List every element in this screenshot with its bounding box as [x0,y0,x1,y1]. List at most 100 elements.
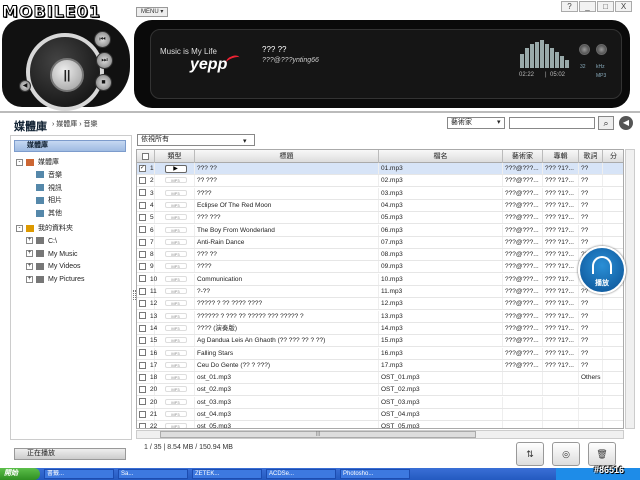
sidebar-item[interactable]: 相片 [26,196,62,206]
row-checkbox[interactable] [139,312,146,320]
row-checkbox[interactable] [139,386,146,394]
help-button[interactable]: ? [561,1,578,12]
row-checkbox[interactable] [139,373,146,381]
sidebar-item[interactable]: + My Pictures [26,275,85,285]
search-icon[interactable]: ⌕ [598,116,614,130]
row-checkbox[interactable]: ✓ [139,164,146,172]
row-checkbox[interactable] [139,177,146,185]
table-row[interactable]: 18 MP3 ost_01.mp3 OST_01.mp3 Others [137,372,623,385]
table-row[interactable]: 16 MP3 Falling Stars 16.mp3 ???@???...??? ?1… [137,347,623,360]
table-row[interactable]: 9MP3????09.mp3???@???...??? ?1?...?? [137,261,623,274]
view-select[interactable]: 依視所有 [137,134,255,146]
taskbar-task[interactable]: 書籤... [44,469,114,479]
row-checkbox[interactable] [139,398,146,406]
expand-icon[interactable]: + [26,263,33,271]
sidebar-item[interactable]: + C:\ [26,237,57,247]
row-checkbox[interactable] [139,423,146,428]
table-row[interactable]: 4 MP3 Eclipse Of The Red Moon 04.mp3 ???@???… [137,199,623,212]
table-row[interactable]: 17 MP3 Ceu Do Gente (?? ? ???) 17.mp3 ???@??… [137,359,623,372]
menu-button[interactable]: MENU ▾ [136,7,169,17]
sidebar-item[interactable]: - 媒體庫 [16,158,59,168]
row-checkbox[interactable] [139,324,146,332]
table-row[interactable]: 7 MP3 Anti-Rain Dance 07.mp3 ???@???...??? ?… [137,236,623,249]
sidebar-item[interactable]: + My Music [26,250,78,260]
table-row[interactable]: 2 MP3 ?? ??? 02.mp3 ???@???...??? ?1?...?? [137,175,623,188]
collapse-icon[interactable]: - [16,224,23,232]
now-playing-button[interactable]: 正在播放 [14,448,126,460]
start-button[interactable]: 開始 [0,468,40,480]
column-header[interactable] [137,150,155,163]
search-input[interactable] [509,117,595,129]
row-checkbox[interactable] [139,361,146,369]
burn-button[interactable]: ◎ [552,442,580,466]
table-row[interactable]: 13 MP3?????? ? ??? ?? ????? ??? ????? ? 13… [137,310,623,323]
expand-icon[interactable]: + [26,250,33,258]
play-badge-button[interactable]: 播放 [578,246,626,294]
row-checkbox[interactable] [139,189,146,197]
stop-icon[interactable]: ■ [95,74,112,91]
transfer-button[interactable]: ⇅ [516,442,544,466]
info-icon[interactable]: ◀ [619,116,633,130]
table-row[interactable]: ✓ 1 ▶ ??? ?? 01.mp3 ???@???...??? ?1?...?? [137,163,623,175]
column-header[interactable]: 歌詞 [579,150,603,163]
table-row[interactable]: 14 MP3???? (演奏版) 14.mp3 ???@???...??? ?1?..… [137,322,623,335]
sidebar-item[interactable]: - 我的資料夾 [16,224,73,234]
vertical-scrollbar[interactable] [625,149,635,429]
delete-button[interactable]: 🗑 [588,442,616,466]
row-checkbox[interactable] [139,213,146,221]
table-row[interactable]: 12 MP3????? ? ?? ???? ???? 12.mp3 ???@???..… [137,298,623,311]
expand-icon[interactable]: + [26,237,33,245]
table-row[interactable]: 8MP3??? ??08.mp3???@???...??? ?1?...?? [137,249,623,262]
column-header[interactable]: 專輯 [543,150,579,163]
table-row[interactable]: 22 MP3 ost_05.mp3 OST_05.mp3 [137,421,623,428]
row-checkbox[interactable] [139,263,146,271]
table-row[interactable]: 15 MP3 Ag Dandua Leis An Ghaoth (?? ??? ??… [137,335,623,348]
type-cell: MP3 [155,298,195,310]
row-checkbox[interactable] [139,275,146,283]
row-checkbox[interactable] [139,300,146,308]
row-checkbox[interactable] [139,201,146,209]
table-row[interactable]: 5 MP3 ??? ??? 05.mp3 ???@???...??? ?1?...?? [137,212,623,225]
expand-icon[interactable]: + [26,275,33,283]
previous-icon[interactable]: ⏮ [94,31,111,48]
volume-icon[interactable]: ◀ [19,80,31,92]
taskbar-task[interactable]: Photosho... [340,469,410,479]
collapse-icon[interactable]: - [16,158,23,166]
table-row[interactable]: 20 MP3 ost_02.mp3 OST_02.mp3 [137,384,623,397]
sidebar-item[interactable]: 視訊 [26,184,62,194]
select-all-checkbox[interactable] [142,152,149,160]
row-checkbox[interactable] [139,287,146,295]
sidebar-header[interactable]: 媒體庫 [14,140,126,152]
close-button[interactable]: X [615,1,632,12]
next-icon[interactable]: ⏭ [96,52,113,69]
column-header[interactable]: 檔名 [379,150,503,163]
column-header[interactable]: 分 [603,150,623,163]
maximize-button[interactable]: □ [597,1,614,12]
play-pause-button[interactable]: || [50,58,84,92]
sidebar-item[interactable]: + My Videos [26,262,81,272]
taskbar-task[interactable]: ZETEK... [192,469,262,479]
row-checkbox[interactable] [139,349,146,357]
row-checkbox[interactable] [139,250,146,258]
mode-icon[interactable] [579,44,590,55]
table-row[interactable]: 10 MP3 Communication 10.mp3 ???@???...??? ?1… [137,273,623,286]
minimize-button[interactable]: _ [579,1,596,12]
table-row[interactable]: 11 MP3 ?-?? 11.mp3 ???@???...??? ?1?...?? [137,286,623,298]
row-checkbox[interactable] [139,226,146,234]
table-row[interactable]: 3 MP3???? 03.mp3 ???@???...??? ?1?...?? [137,187,623,200]
table-row[interactable]: 21 MP3 ost_04.mp3 OST_04.mp3 [137,409,623,421]
table-row[interactable]: 6 MP3 The Boy From Wonderland 06.mp3 ???@???… [137,224,623,237]
column-header[interactable]: 類型 [155,150,195,163]
table-row[interactable]: 20 MP3 ost_03.mp3 OST_03.mp3 [137,396,623,409]
column-header[interactable]: 標題 [195,150,379,163]
scrollbar-thumb[interactable]: ||| [160,431,476,438]
sidebar-item[interactable]: 音樂 [26,171,62,181]
taskbar-task[interactable]: Sa... [118,469,188,479]
column-header[interactable]: 藝術家 [503,150,543,163]
repeat-icon[interactable] [596,44,607,55]
row-checkbox[interactable] [139,238,146,246]
row-checkbox[interactable] [139,410,146,418]
sidebar-item[interactable]: 其他 [26,209,62,219]
taskbar-task[interactable]: ACDSe... [266,469,336,479]
row-checkbox[interactable] [139,336,146,344]
